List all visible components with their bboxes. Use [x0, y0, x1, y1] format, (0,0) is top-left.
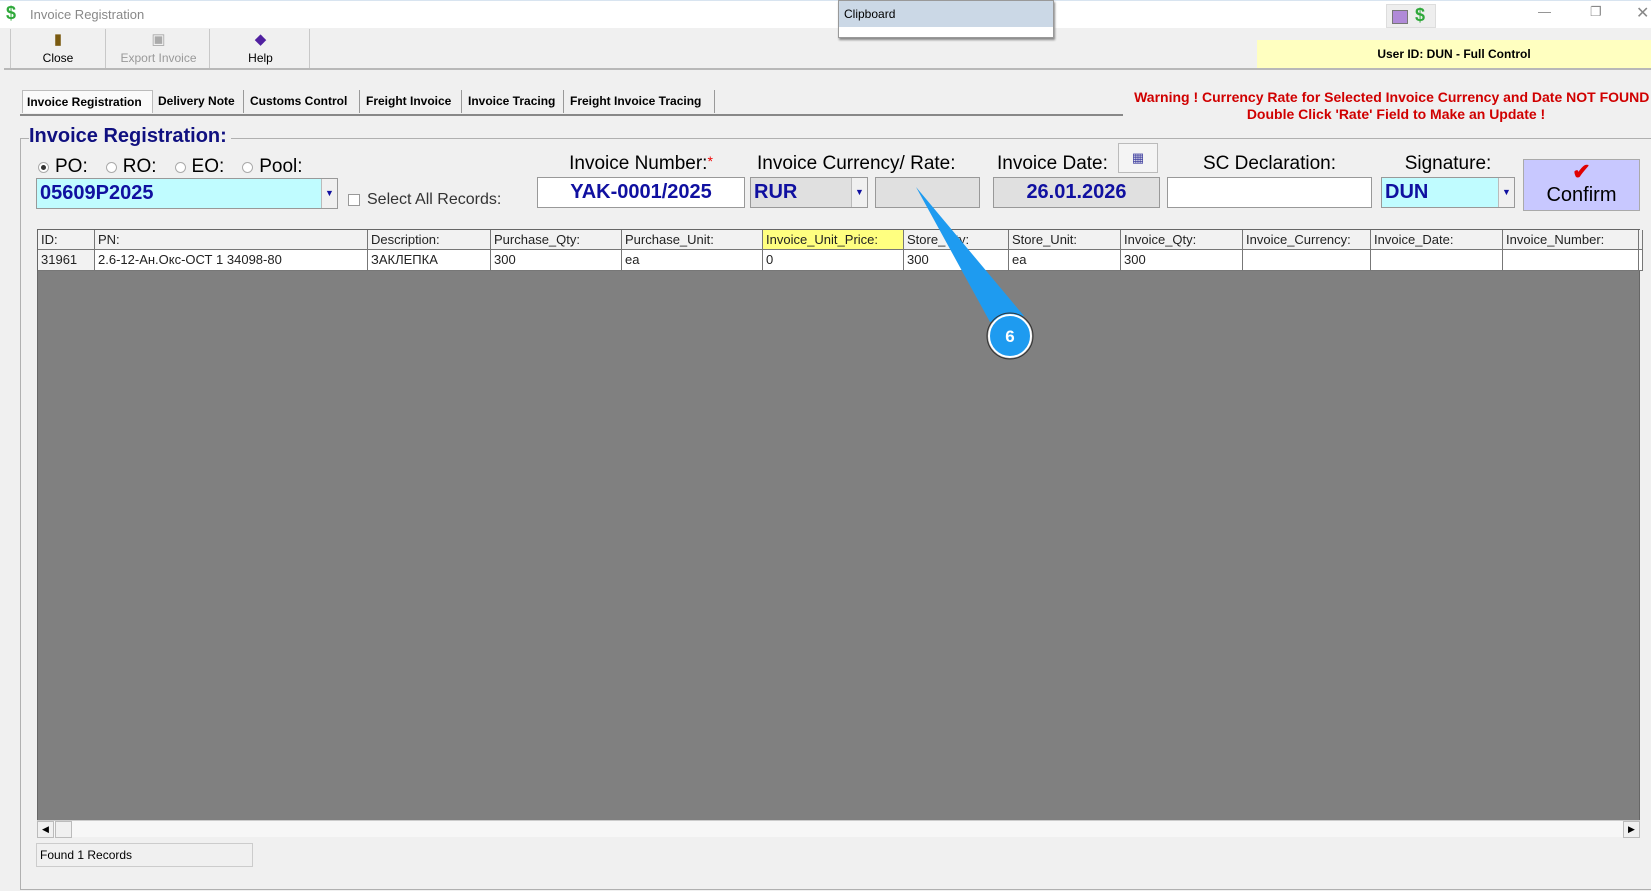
sc-declaration-input[interactable] — [1167, 177, 1372, 208]
scroll-left-button[interactable]: ◀ — [37, 821, 54, 838]
column-header[interactable]: Store_Unit: — [1009, 230, 1121, 250]
door-exit-icon: ▮ — [53, 31, 63, 48]
table-cell[interactable]: 300 — [491, 250, 622, 271]
radio-button[interactable] — [38, 161, 49, 173]
column-header[interactable]: Description: — [368, 230, 491, 250]
column-header[interactable]: Invoice_Currency: — [1243, 230, 1371, 250]
records-grid[interactable]: ID: PN: Description: Purchase_Qty: Purchase_… — [37, 229, 1643, 837]
tray-icons[interactable]: $ — [1386, 4, 1436, 28]
table-cell[interactable] — [1639, 250, 1643, 271]
radio-ro[interactable]: RO: — [105, 156, 157, 178]
app-dollar-icon: $ — [6, 3, 17, 23]
invoice-date-label: Invoice Date: — [997, 153, 1108, 174]
status-bar: Found 1 Records — [36, 843, 253, 867]
minimize-button[interactable]: — — [1538, 4, 1551, 19]
table-cell[interactable] — [1371, 250, 1503, 271]
close-window-button[interactable]: ✕ — [1636, 3, 1649, 23]
tab-invoice-tracing[interactable]: Invoice Tracing — [464, 90, 564, 113]
invoice-number-input[interactable]: YAK-0001/2025 — [537, 177, 745, 208]
table-cell[interactable] — [1243, 250, 1371, 271]
toolbar-divider — [4, 68, 1651, 70]
radio-po[interactable]: PO: — [38, 156, 88, 178]
column-header[interactable]: Purchase_Unit: — [622, 230, 763, 250]
table-cell[interactable]: 2.6-12-Ан.Окс-ОСТ 1 34098-80 — [95, 250, 368, 271]
chevron-down-icon[interactable]: ▼ — [1498, 178, 1514, 207]
user-id-banner: User ID: DUN - Full Control — [1257, 40, 1651, 68]
select-all-records-checkbox[interactable]: Select All Records: — [348, 191, 501, 209]
column-header[interactable]: ID: — [38, 230, 95, 250]
window-title: Invoice Registration — [30, 7, 145, 22]
maximize-button[interactable]: ❐ — [1590, 4, 1602, 20]
table-cell[interactable]: 31961 — [38, 250, 95, 271]
export-icon: ▣ — [151, 31, 166, 48]
column-header[interactable]: Purchase_Qty: — [491, 230, 622, 250]
order-type-radios: PO: RO: EO: Pool: — [38, 156, 303, 178]
tab-freight-invoice[interactable]: Freight Invoice — [362, 90, 462, 113]
tab-delivery-note[interactable]: Delivery Note — [154, 90, 244, 113]
close-button[interactable]: ▮ Close — [10, 29, 106, 69]
invoice-number-label: Invoice Number:* — [569, 153, 713, 174]
tab-underline — [20, 114, 1123, 116]
table-cell[interactable]: ea — [622, 250, 763, 271]
scroll-right-button[interactable]: ▶ — [1623, 821, 1640, 838]
title-bar: $ Invoice Registration $ — ❐ ✕ — [0, 0, 1651, 28]
signature-combobox[interactable]: DUN ▼ — [1381, 177, 1515, 208]
column-header[interactable]: Store_Qty: — [904, 230, 1009, 250]
signature-label: Signature: — [1404, 153, 1492, 174]
column-header[interactable]: Invoice_Number: — [1503, 230, 1639, 250]
currency-rate-warning: Warning ! Currency Rate for Selected Inv… — [1134, 89, 1651, 122]
scroll-thumb[interactable] — [55, 821, 72, 838]
checkbox[interactable] — [348, 194, 360, 206]
sc-declaration-label: SC Declaration: — [1202, 153, 1337, 174]
tab-freight-invoice-tracing[interactable]: Freight Invoice Tracing — [566, 90, 715, 113]
currency-combobox[interactable]: RUR ▼ — [750, 177, 868, 208]
radio-button[interactable] — [174, 161, 186, 173]
rate-field[interactable] — [875, 177, 980, 208]
currency-rate-label: Invoice Currency/ Rate: — [757, 153, 956, 174]
calendar-icon: ▦ — [1131, 150, 1145, 165]
help-button[interactable]: ◆ Help — [212, 29, 310, 69]
chevron-down-icon[interactable]: ▼ — [851, 178, 867, 207]
invoice-date-field[interactable]: 26.01.2026 — [993, 177, 1160, 208]
radio-pool[interactable]: Pool: — [242, 156, 303, 178]
group-title: Invoice Registration: — [29, 125, 231, 148]
table-cell[interactable]: 0 — [763, 250, 904, 271]
folder-icon[interactable] — [1392, 10, 1408, 24]
dollar-icon[interactable]: $ — [1415, 5, 1425, 26]
order-number-combobox[interactable]: 05609P2025 ▼ — [36, 178, 338, 209]
tab-customs-control[interactable]: Customs Control — [246, 90, 360, 113]
confirm-button[interactable]: ✔ Confirm — [1523, 159, 1640, 211]
column-header[interactable]: Invoice_Unit_Price: — [763, 230, 904, 250]
table-cell[interactable]: 300 — [1121, 250, 1243, 271]
column-header[interactable]: Invoice_Qty: — [1121, 230, 1243, 250]
column-header[interactable] — [1639, 230, 1643, 250]
radio-button[interactable] — [242, 161, 254, 173]
chevron-down-icon[interactable]: ▼ — [321, 179, 337, 208]
table-cell[interactable] — [1503, 250, 1639, 271]
export-invoice-button[interactable]: ▣ Export Invoice — [108, 29, 210, 69]
table-cell[interactable]: ЗАКЛЕПКА — [368, 250, 491, 271]
radio-button[interactable] — [105, 161, 117, 173]
clipboard-popup[interactable]: Clipboard — [838, 0, 1054, 38]
checkmark-clipboard-icon: ✔ — [1572, 159, 1591, 184]
clipboard-item[interactable]: Clipboard — [839, 1, 1053, 27]
column-header[interactable]: Invoice_Date: — [1371, 230, 1503, 250]
horizontal-scrollbar[interactable]: ◀ ▶ — [37, 820, 1640, 838]
calendar-button[interactable]: ▦ — [1118, 143, 1158, 173]
radio-eo[interactable]: EO: — [174, 156, 224, 178]
table-cell[interactable]: ea — [1009, 250, 1121, 271]
column-header[interactable]: PN: — [95, 230, 368, 250]
tab-invoice-registration[interactable]: Invoice Registration — [22, 90, 153, 113]
table-cell[interactable]: 300 — [904, 250, 1009, 271]
help-book-icon: ◆ — [254, 31, 267, 48]
